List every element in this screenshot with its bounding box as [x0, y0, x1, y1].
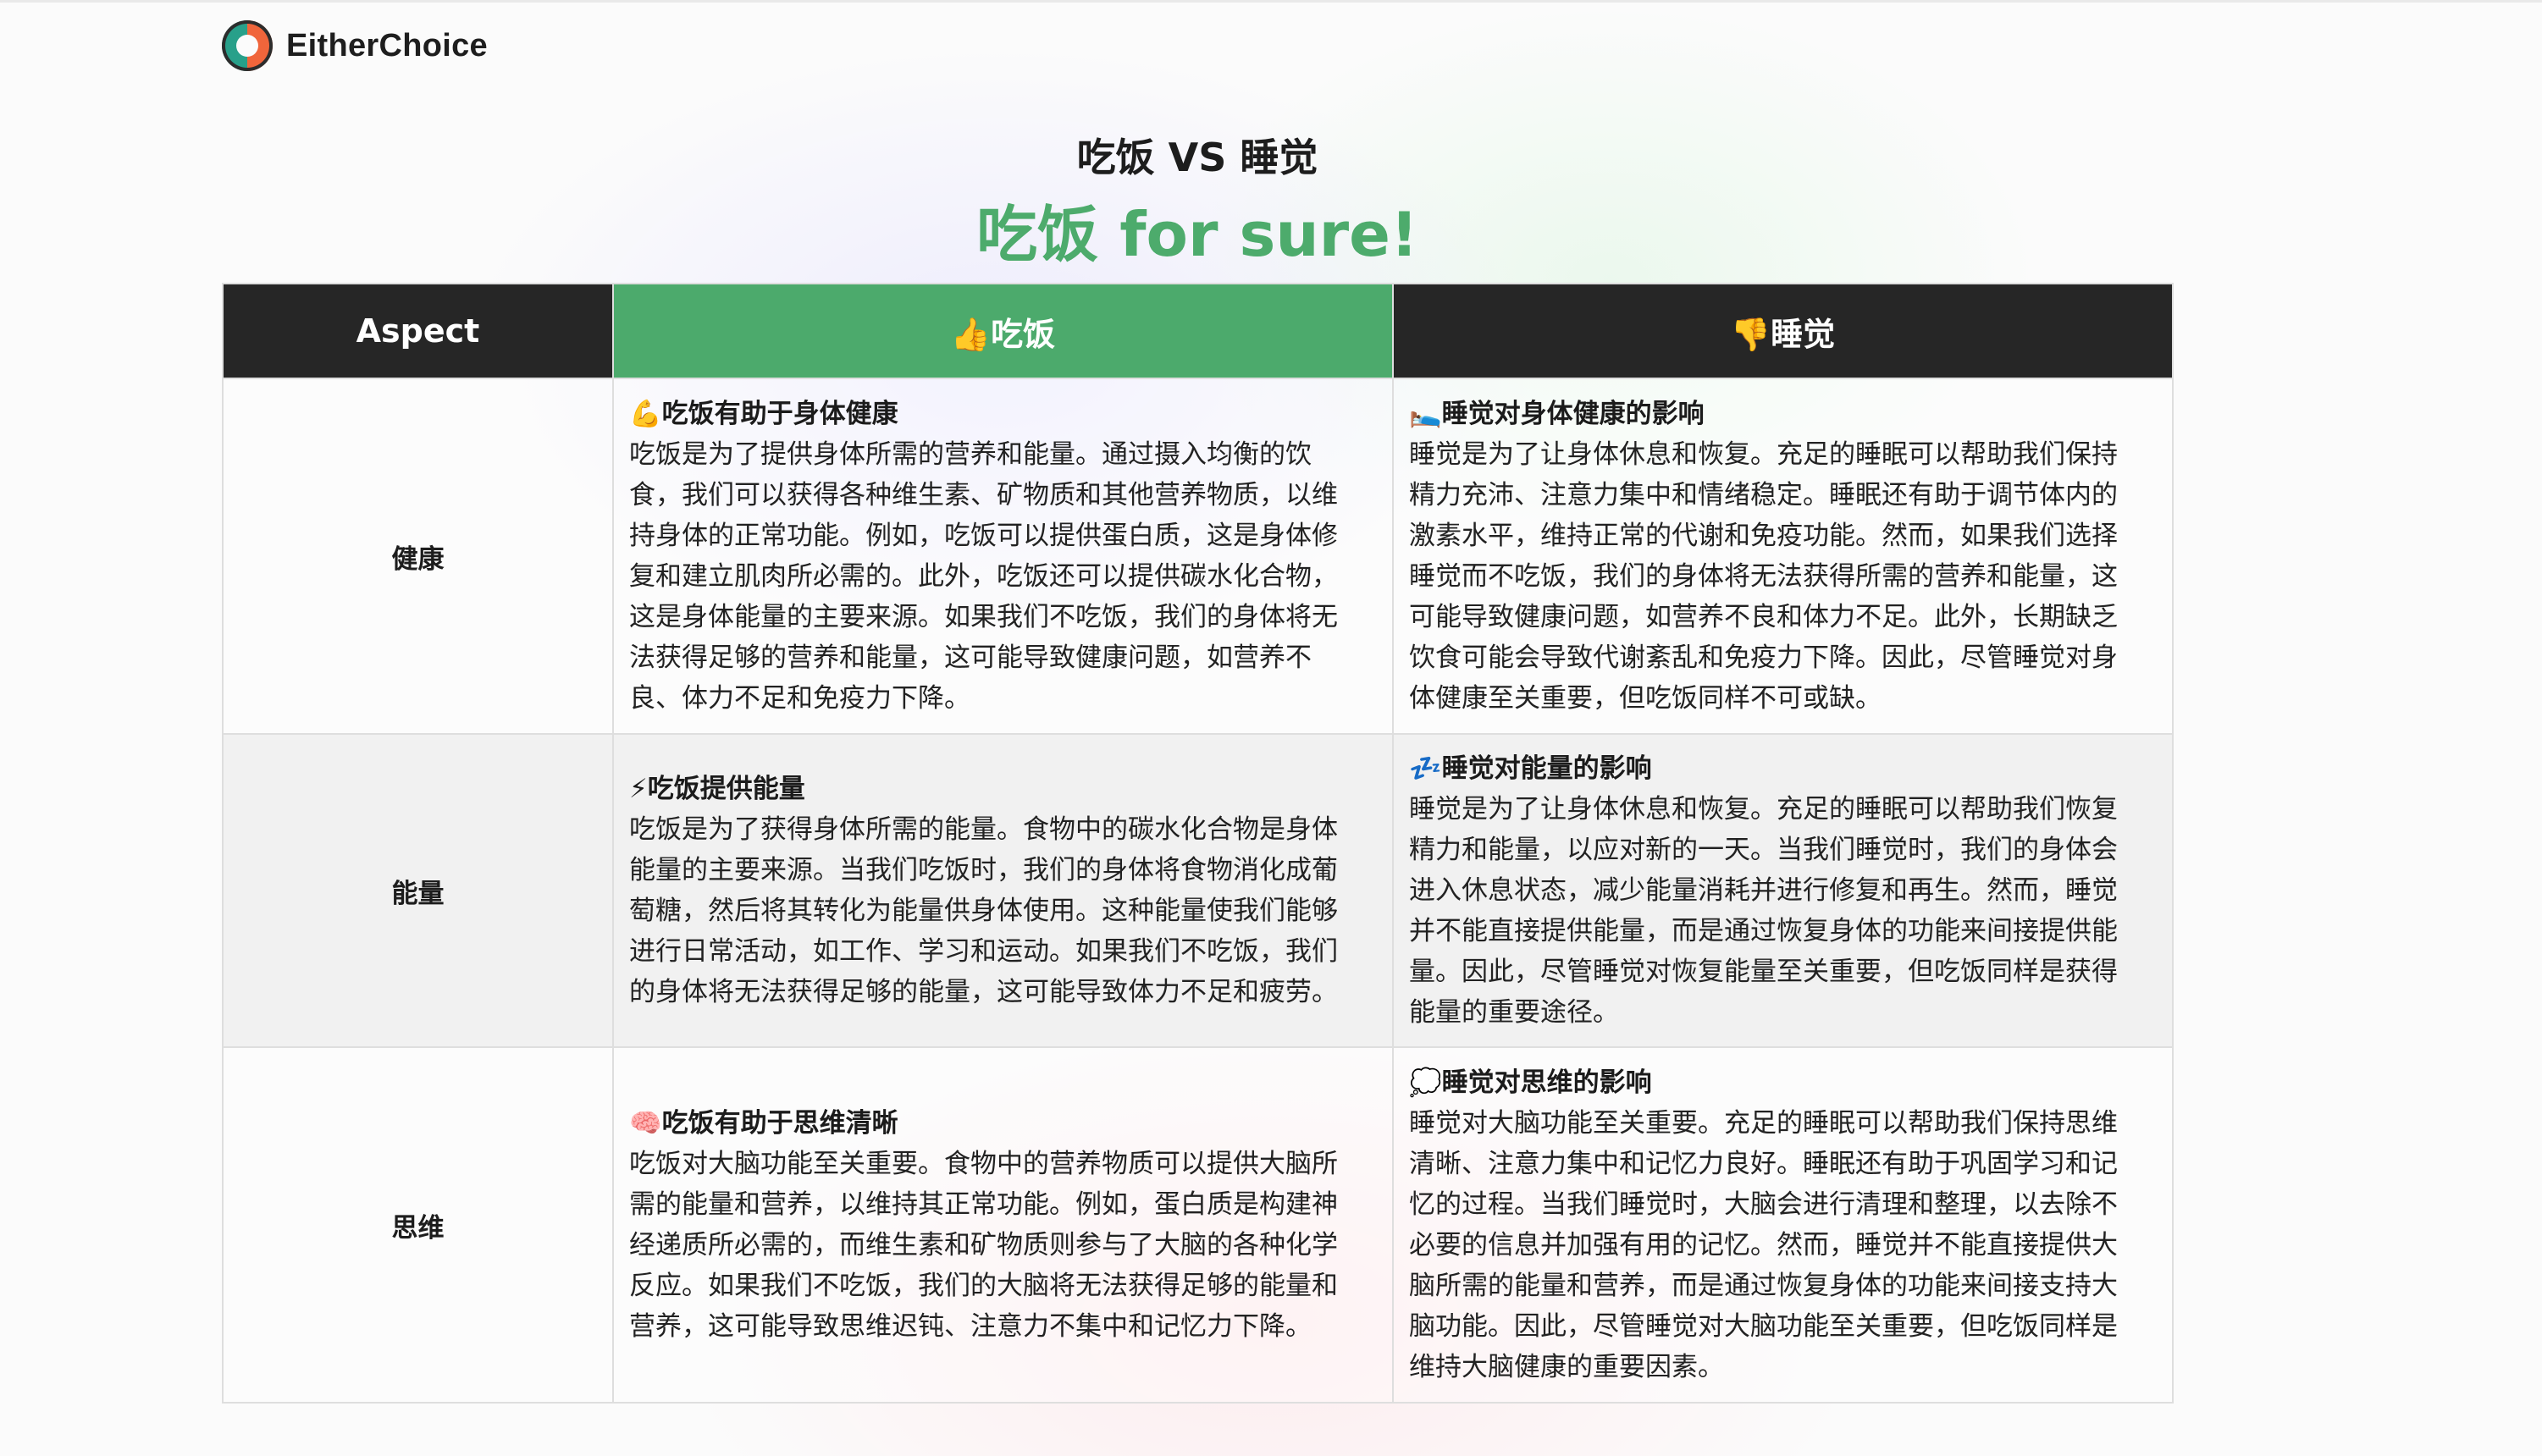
option-a-thinking-title: 🧠吃饭有助于思维清晰	[629, 1108, 898, 1139]
eitherchoice-logo-icon	[222, 20, 273, 71]
brand-name: EitherChoice	[286, 27, 488, 63]
option-b-thinking-cell: 💭睡觉对思维的影响 睡觉对大脑功能至关重要。充足的睡眠可以帮助我们保持思维清晰、…	[1392, 1046, 2174, 1404]
option-b-health-title: 🛌睡觉对身体健康的影响	[1409, 399, 1705, 429]
option-a-column-header: 👍吃饭	[612, 283, 1394, 379]
table-row-energy: 能量 ⚡吃饭提供能量 吃饭是为了获得身体所需的能量。食物中的碳水化合物是身体能量…	[222, 733, 2174, 1048]
table-row-health: 健康 💪吃饭有助于身体健康 吃饭是为了提供身体所需的营养和能量。通过摄入均衡的饮…	[222, 378, 2174, 735]
aspect-energy: 能量	[222, 733, 614, 1048]
option-a-energy-cell: ⚡吃饭提供能量 吃饭是为了获得身体所需的能量。食物中的碳水化合物是身体能量的主要…	[612, 733, 1394, 1048]
brand-logo[interactable]: EitherChoice	[222, 20, 488, 71]
comparison-title: 吃饭 VS 睡觉	[1076, 135, 1318, 180]
option-a-thinking-cell: 🧠吃饭有助于思维清晰 吃饭对大脑功能至关重要。食物中的营养物质可以提供大脑所需的…	[612, 1046, 1394, 1404]
option-b-health-cell: 🛌睡觉对身体健康的影响 睡觉是为了让身体休息和恢复。充足的睡眠可以帮助我们保持精…	[1392, 378, 2174, 735]
option-b-energy-text: 睡觉是为了让身体休息和恢复。充足的睡眠可以帮助我们恢复精力和能量，以应对新的一天…	[1409, 794, 2118, 1028]
aspect-health: 健康	[222, 378, 614, 735]
option-b-column-header: 👎睡觉	[1392, 283, 2174, 379]
table-header-row: Aspect 👍吃饭 👎睡觉	[222, 283, 2174, 379]
option-a-health-cell: 💪吃饭有助于身体健康 吃饭是为了提供身体所需的营养和能量。通过摄入均衡的饮食，我…	[612, 378, 1394, 735]
option-b-thinking-title: 💭睡觉对思维的影响	[1409, 1067, 1652, 1098]
option-a-health-text: 吃饭是为了提供身体所需的营养和能量。通过摄入均衡的饮食，我们可以获得各种维生素、…	[629, 439, 1338, 714]
option-a-health-title: 💪吃饭有助于身体健康	[629, 399, 898, 429]
option-b-thinking-text: 睡觉对大脑功能至关重要。充足的睡眠可以帮助我们保持思维清晰、注意力集中和记忆力良…	[1409, 1108, 2118, 1382]
option-a-energy-text: 吃饭是为了获得身体所需的能量。食物中的碳水化合物是身体能量的主要来源。当我们吃饭…	[629, 814, 1338, 1007]
option-b-energy-title: 💤睡觉对能量的影响	[1409, 753, 1652, 784]
option-a-thinking-text: 吃饭对大脑功能至关重要。食物中的营养物质可以提供大脑所需的能量和营养，以维持其正…	[629, 1149, 1338, 1342]
table-row-thinking: 思维 🧠吃饭有助于思维清晰 吃饭对大脑功能至关重要。食物中的营养物质可以提供大脑…	[222, 1046, 2174, 1404]
aspect-column-header: Aspect	[222, 283, 614, 379]
option-b-health-text: 睡觉是为了让身体休息和恢复。充足的睡眠可以帮助我们保持精力充沛、注意力集中和情绪…	[1409, 439, 2118, 714]
comparison-table: Aspect 👍吃饭 👎睡觉 健康 💪吃饭有助于身体健康 吃饭是为了提供身体所需…	[222, 283, 2174, 1404]
option-a-energy-title: ⚡吃饭提供能量	[629, 774, 805, 804]
option-b-energy-cell: 💤睡觉对能量的影响 睡觉是为了让身体休息和恢复。充足的睡眠可以帮助我们恢复精力和…	[1392, 733, 2174, 1048]
aspect-thinking: 思维	[222, 1046, 614, 1404]
comparison-verdict: 吃饭 for sure!	[976, 199, 1418, 270]
top-divider	[0, 0, 2542, 3]
